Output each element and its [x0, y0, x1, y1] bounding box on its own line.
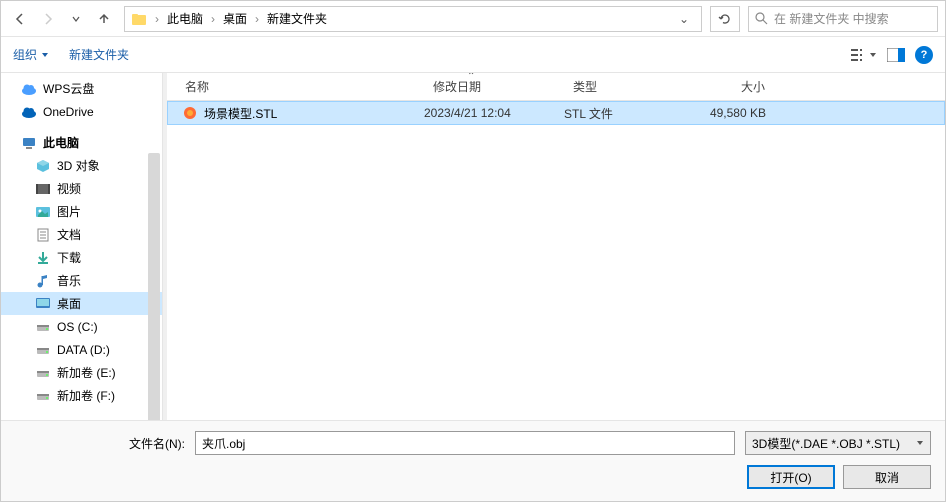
tree-item-3d[interactable]: 3D 对象 — [1, 154, 162, 177]
file-date: 2023/4/21 12:04 — [424, 106, 564, 120]
search-icon — [755, 12, 768, 25]
file-type: STL 文件 — [564, 105, 676, 122]
tree-item-label: 文档 — [57, 226, 81, 243]
file-row[interactable]: 场景模型.STL 2023/4/21 12:04STL 文件49,580 KB — [167, 101, 945, 125]
drive-icon — [35, 365, 51, 381]
breadcrumb-item[interactable]: 此电脑 — [163, 8, 207, 29]
tree-item-music[interactable]: 音乐 — [1, 269, 162, 292]
downloads-icon — [35, 250, 51, 266]
cloud-wps-icon — [21, 81, 37, 97]
sort-indicator-icon: ⌃ — [467, 73, 475, 82]
documents-icon — [35, 227, 51, 243]
search-input[interactable]: 在 新建文件夹 中搜索 — [748, 6, 938, 32]
tree-item-desktop[interactable]: 桌面 — [1, 292, 162, 315]
tree-item-drive[interactable]: OS (C:) — [1, 315, 162, 338]
nav-forward-button[interactable] — [36, 7, 60, 31]
tree-item-video[interactable]: 视频 — [1, 177, 162, 200]
nav-up-button[interactable] — [92, 7, 116, 31]
pictures-icon — [35, 204, 51, 220]
video-icon — [35, 181, 51, 197]
desktop-icon — [35, 296, 51, 312]
tree-item-label: OS (C:) — [57, 320, 98, 334]
drive-icon — [35, 319, 51, 335]
tree-item-label: 新加卷 (E:) — [57, 364, 116, 381]
open-button[interactable]: 打开(O) — [747, 465, 835, 489]
tree-item-drive[interactable]: 新加卷 (F:) — [1, 384, 162, 407]
tree-item-label: 图片 — [57, 203, 81, 220]
file-icon — [182, 105, 198, 121]
tree-item-label: 新加卷 (F:) — [57, 387, 115, 404]
organize-menu[interactable]: 组织 — [13, 46, 49, 63]
navigation-bar: › 此电脑 › 桌面 › 新建文件夹 ⌄ 在 新建文件夹 中搜索 — [1, 1, 945, 37]
tree-item-label: DATA (D:) — [57, 343, 110, 357]
file-size: 49,580 KB — [676, 106, 776, 120]
column-headers: ⌃ 名称 修改日期 类型 大小 — [167, 73, 945, 101]
chevron-right-icon[interactable]: › — [153, 12, 161, 26]
tree-item-label: 桌面 — [57, 295, 81, 312]
3d-icon — [35, 158, 51, 174]
file-name: 场景模型.STL — [204, 105, 277, 122]
toolbar: 组织 新建文件夹 ? — [1, 37, 945, 73]
breadcrumb-item[interactable]: 新建文件夹 — [263, 8, 331, 29]
tree-item-drive[interactable]: DATA (D:) — [1, 338, 162, 361]
tree-item-label: 下载 — [57, 249, 81, 266]
column-header-size[interactable]: 大小 — [675, 78, 775, 95]
nav-back-button[interactable] — [8, 7, 32, 31]
nav-recent-dropdown[interactable] — [64, 7, 88, 31]
tree-item-documents[interactable]: 文档 — [1, 223, 162, 246]
tree-item-downloads[interactable]: 下载 — [1, 246, 162, 269]
address-bar[interactable]: › 此电脑 › 桌面 › 新建文件夹 ⌄ — [124, 6, 702, 32]
file-type-filter[interactable]: 3D模型(*.DAE *.OBJ *.STL) — [745, 431, 931, 455]
tree-item-label: 视频 — [57, 180, 81, 197]
new-folder-button[interactable]: 新建文件夹 — [69, 46, 129, 63]
scrollbar[interactable] — [148, 153, 160, 420]
tree-item-pictures[interactable]: 图片 — [1, 200, 162, 223]
breadcrumb-item[interactable]: 桌面 — [219, 8, 251, 29]
breadcrumb: › 此电脑 › 桌面 › 新建文件夹 — [153, 8, 673, 29]
filename-input[interactable] — [195, 431, 735, 455]
chevron-right-icon[interactable]: › — [253, 12, 261, 26]
cloud-onedrive-icon — [21, 104, 37, 120]
column-header-date[interactable]: 修改日期 — [423, 78, 563, 95]
tree-item-cloud-wps[interactable]: WPS云盘 — [1, 77, 162, 100]
file-list[interactable]: 场景模型.STL 2023/4/21 12:04STL 文件49,580 KB — [167, 101, 945, 420]
tree-item-label: WPS云盘 — [43, 80, 94, 97]
music-icon — [35, 273, 51, 289]
folder-icon — [131, 11, 147, 27]
refresh-button[interactable] — [710, 6, 740, 32]
file-list-area: ⌃ 名称 修改日期 类型 大小 场景模型.STL 2023/4/21 12:04S… — [167, 73, 945, 420]
search-placeholder: 在 新建文件夹 中搜索 — [774, 10, 889, 27]
drive-icon — [35, 342, 51, 358]
column-header-type[interactable]: 类型 — [563, 78, 675, 95]
tree-item-label: 音乐 — [57, 272, 81, 289]
filename-label: 文件名(N): — [15, 435, 185, 452]
computer-icon — [21, 135, 37, 151]
tree-item-label: 此电脑 — [43, 134, 79, 151]
main-area: WPS云盘 OneDrive 此电脑 3D 对象视频图片文档下载音乐桌面 OS (C:)… — [1, 73, 945, 420]
address-dropdown-icon[interactable]: ⌄ — [673, 12, 695, 26]
preview-pane-button[interactable] — [887, 48, 905, 62]
view-options-button[interactable] — [851, 48, 877, 62]
bottom-panel: 文件名(N): 3D模型(*.DAE *.OBJ *.STL) 打开(O) 取消 — [1, 420, 945, 501]
tree-item-drive[interactable]: 新加卷 (E:) — [1, 361, 162, 384]
column-header-name[interactable]: 名称 — [167, 78, 423, 95]
cancel-button[interactable]: 取消 — [843, 465, 931, 489]
tree-item-label: 3D 对象 — [57, 157, 100, 174]
tree-item-computer[interactable]: 此电脑 — [1, 131, 162, 154]
chevron-right-icon[interactable]: › — [209, 12, 217, 26]
drive-icon — [35, 388, 51, 404]
tree-item-cloud-onedrive[interactable]: OneDrive — [1, 100, 162, 123]
tree-item-label: OneDrive — [43, 105, 94, 119]
navigation-tree: WPS云盘 OneDrive 此电脑 3D 对象视频图片文档下载音乐桌面 OS (C:)… — [1, 73, 163, 420]
help-button[interactable]: ? — [915, 46, 933, 64]
